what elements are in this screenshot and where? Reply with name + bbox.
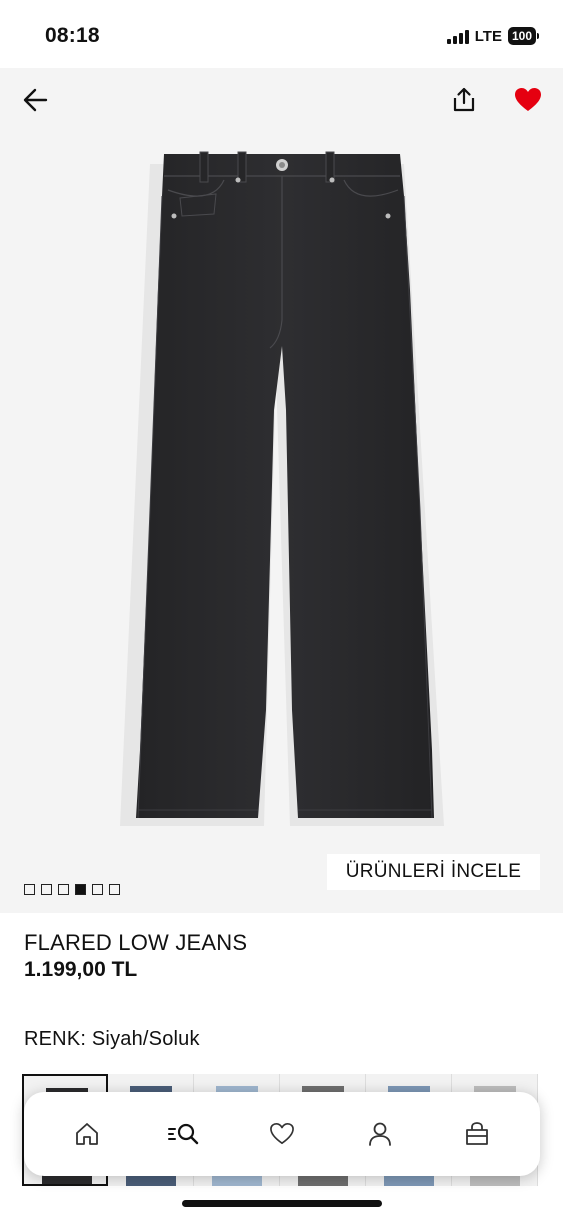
home-indicator — [182, 1200, 382, 1207]
back-button[interactable] — [16, 80, 56, 120]
gallery-pagination[interactable] — [24, 884, 120, 895]
gallery-dot[interactable] — [24, 884, 35, 895]
share-icon — [453, 87, 475, 112]
product-gallery[interactable]: ÜRÜNLERİ İNCELE — [0, 68, 563, 913]
search-icon — [168, 1123, 199, 1145]
share-button[interactable] — [444, 80, 484, 120]
favorite-button[interactable] — [508, 80, 548, 120]
signal-icon — [446, 28, 469, 44]
nav-account-button[interactable] — [354, 1108, 406, 1160]
heart-filled-icon — [515, 88, 541, 111]
status-indicators: LTE 100 — [446, 24, 539, 48]
gallery-dot[interactable] — [109, 884, 120, 895]
swatch-jeans-hem — [126, 1176, 176, 1186]
home-icon — [75, 1123, 98, 1145]
product-name: FLARED LOW JEANS — [24, 930, 248, 955]
network-type: LTE — [474, 27, 502, 45]
swatch-jeans-hem — [298, 1176, 348, 1186]
nav-favorites-button[interactable] — [256, 1108, 308, 1160]
bottom-navigation — [24, 1092, 540, 1176]
product-price: 1.199,00 TL — [24, 958, 138, 981]
nav-search-button[interactable] — [158, 1108, 210, 1160]
inspect-products-button[interactable]: ÜRÜNLERİ İNCELE — [327, 854, 540, 890]
heart-icon — [270, 1123, 294, 1145]
gallery-dot[interactable] — [58, 884, 69, 895]
status-bar: 08:18 LTE 100 — [0, 0, 563, 68]
gallery-dot[interactable] — [92, 884, 103, 895]
swatch-jeans-hem — [212, 1176, 262, 1186]
nav-bag-button[interactable] — [451, 1108, 503, 1160]
bag-icon — [466, 1122, 489, 1145]
battery-level: 100 — [507, 27, 536, 45]
swatch-jeans-hem — [384, 1176, 434, 1186]
product-image[interactable] — [120, 150, 450, 830]
color-label: RENK: Siyah/Soluk — [24, 1028, 200, 1050]
gallery-dot[interactable] — [41, 884, 52, 895]
battery-icon: 100 — [507, 27, 539, 45]
swatch-jeans-hem — [470, 1176, 520, 1186]
status-time: 08:18 — [45, 24, 100, 47]
arrow-left-icon — [23, 88, 48, 112]
gallery-dot[interactable] — [75, 884, 86, 895]
account-icon — [368, 1122, 391, 1146]
nav-home-button[interactable] — [61, 1108, 113, 1160]
